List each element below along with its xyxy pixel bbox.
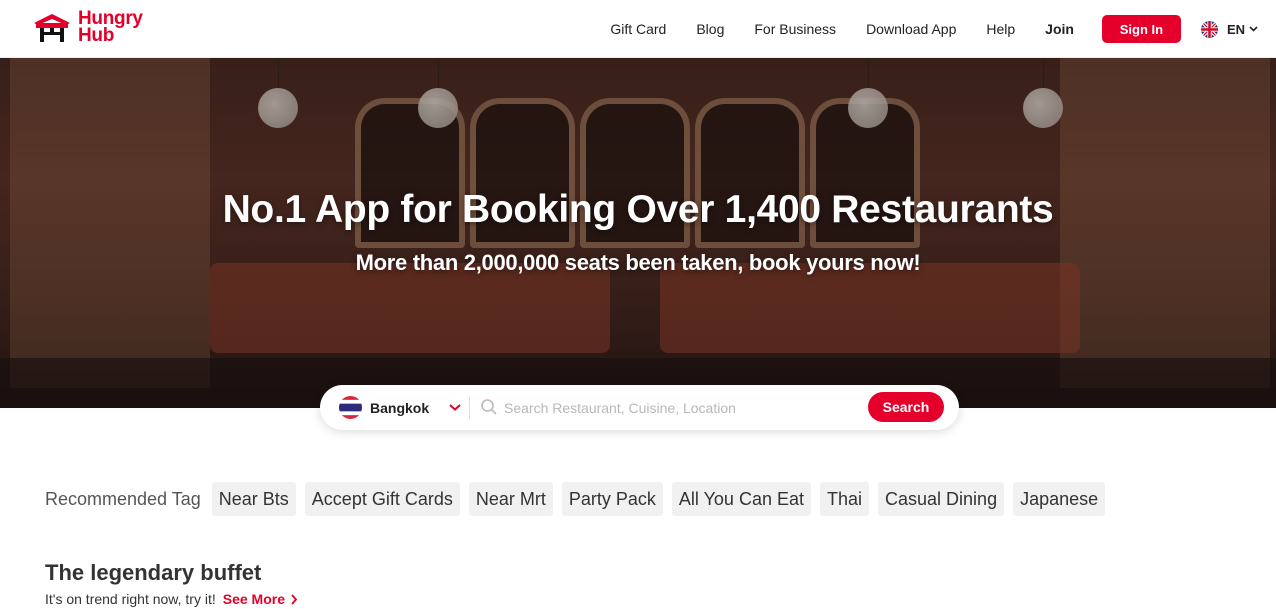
hero-bg-shade xyxy=(0,58,1276,408)
language-selector[interactable]: EN xyxy=(1200,20,1258,38)
tag-casual-dining[interactable]: Casual Dining xyxy=(878,482,1005,516)
hero-title: No.1 App for Booking Over 1,400 Restaura… xyxy=(222,188,1054,231)
join-link[interactable]: Join xyxy=(1045,21,1074,37)
nav-download-app[interactable]: Download App xyxy=(866,21,956,37)
tag-party-pack[interactable]: Party Pack xyxy=(561,482,663,516)
nav-blog[interactable]: Blog xyxy=(696,21,724,37)
hero-banner: No.1 App for Booking Over 1,400 Restaura… xyxy=(0,58,1276,408)
chevron-down-icon xyxy=(1249,26,1258,32)
tag-accept-gift-cards[interactable]: Accept Gift Cards xyxy=(304,482,460,516)
section-subtitle: It's on trend right now, try it! xyxy=(45,591,216,607)
hungry-hub-logo[interactable]: Hungry Hub xyxy=(32,9,143,46)
uk-flag-icon xyxy=(1200,20,1218,38)
logo-line2: Hub xyxy=(78,25,115,46)
search-button[interactable]: Search xyxy=(868,392,944,422)
chevron-right-icon xyxy=(291,593,298,605)
thailand-flag-icon xyxy=(339,396,362,419)
section-title: The legendary buffet xyxy=(45,560,262,585)
tag-thai[interactable]: Thai xyxy=(820,482,870,516)
main-nav: Gift Card Blog For Business Download App… xyxy=(580,0,1276,58)
nav-for-business[interactable]: For Business xyxy=(754,21,836,37)
see-more-link[interactable]: See More xyxy=(223,591,298,607)
see-more-label: See More xyxy=(222,591,285,607)
tag-all-you-can-eat[interactable]: All You Can Eat xyxy=(671,482,811,516)
sign-in-button[interactable]: Sign In xyxy=(1101,15,1181,43)
nav-help[interactable]: Help xyxy=(986,21,1015,37)
chevron-down-icon[interactable] xyxy=(448,400,462,414)
language-label: EN xyxy=(1226,21,1245,37)
search-input[interactable] xyxy=(504,394,854,421)
city-name: Bangkok xyxy=(370,399,430,416)
hungry-hub-logo-icon xyxy=(34,13,70,42)
logo-text: Hungry Hub xyxy=(78,9,143,46)
section-subtitle-row: It's on trend right now, try it! See Mor… xyxy=(45,591,298,607)
top-header: Hungry Hub Gift Card Blog For Business D… xyxy=(0,0,1276,58)
tag-near-mrt[interactable]: Near Mrt xyxy=(468,482,553,516)
recommended-tags: Recommended Tag Near Bts Accept Gift Car… xyxy=(45,482,1114,516)
recommended-tag-label: Recommended Tag xyxy=(45,488,201,509)
search-divider xyxy=(469,397,470,419)
tag-near-bts[interactable]: Near Bts xyxy=(211,482,296,516)
hero-subtitle: More than 2,000,000 seats been taken, bo… xyxy=(355,250,921,275)
nav-gift-card[interactable]: Gift Card xyxy=(610,21,666,37)
search-bar: Bangkok Search xyxy=(320,385,959,430)
search-icon xyxy=(481,399,497,415)
tag-japanese[interactable]: Japanese xyxy=(1013,482,1106,516)
